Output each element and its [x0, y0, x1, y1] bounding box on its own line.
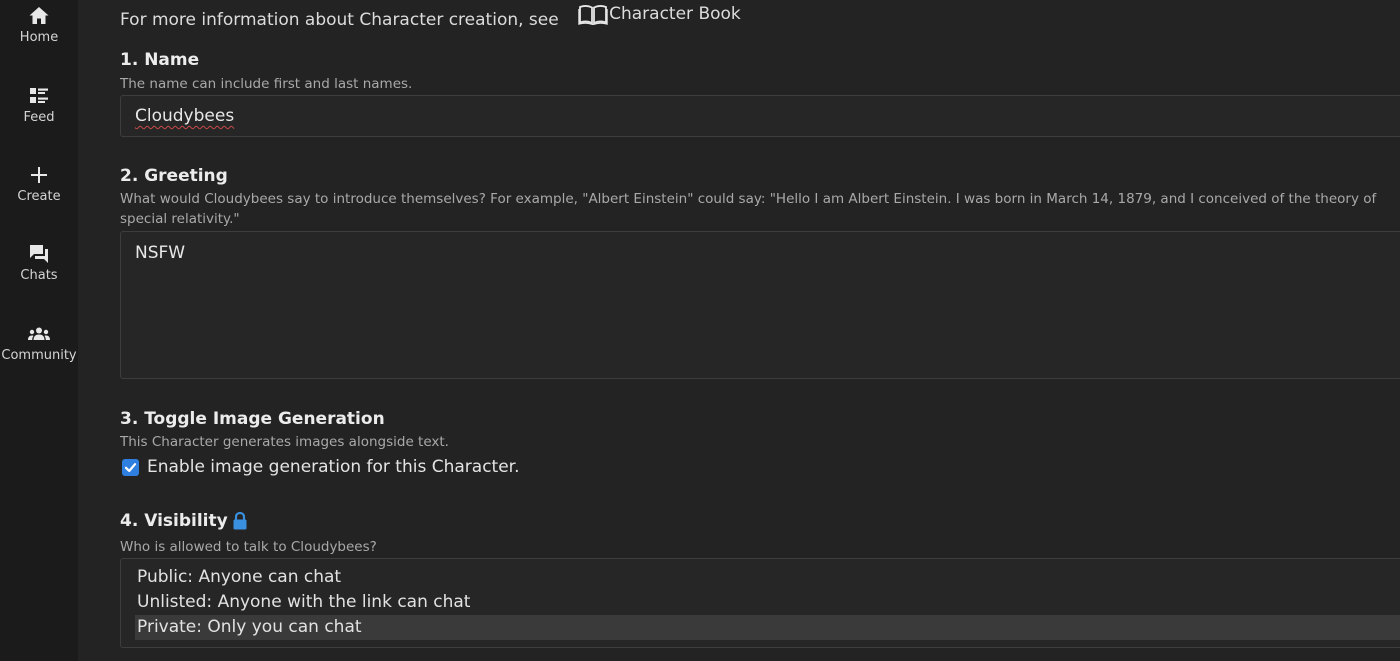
- sidebar: Home Feed Create Chats Community: [0, 0, 78, 661]
- sidebar-item-feed[interactable]: Feed: [0, 84, 78, 140]
- image-generation-checkbox[interactable]: [122, 458, 139, 476]
- intro-sentence: For more information about Character cre…: [120, 10, 559, 30]
- name-section-help: The name can include first and last name…: [120, 76, 413, 92]
- character-book-label: Character Book: [609, 4, 741, 24]
- sidebar-item-label: Chats: [20, 268, 58, 283]
- sidebar-item-label: Feed: [23, 110, 55, 125]
- sidebar-item-create[interactable]: Create: [0, 163, 78, 219]
- app-window: Home Feed Create Chats Community For mor…: [0, 0, 1400, 661]
- name-section-title: 1. Name: [120, 50, 200, 70]
- sidebar-item-label: Community: [1, 348, 77, 363]
- lock-icon: [233, 511, 247, 530]
- greeting-section-help: What would Cloudybees say to introduce t…: [120, 191, 1377, 227]
- visibility-section-help: Who is allowed to talk to Cloudybees?: [120, 539, 377, 555]
- name-input[interactable]: Cloudybees: [120, 95, 1400, 137]
- visibility-title-text: 4. Visibility: [120, 511, 228, 531]
- plus-icon: [31, 167, 47, 183]
- sidebar-item-label: Home: [19, 30, 59, 45]
- community-icon: [28, 327, 50, 340]
- visibility-section-title: 4. Visibility: [120, 511, 248, 531]
- greeting-section-title: 2. Greeting: [120, 166, 228, 186]
- character-book-link[interactable]: Character Book: [578, 3, 741, 25]
- sidebar-item-community[interactable]: Community: [0, 322, 78, 378]
- checkmark-icon: [124, 462, 137, 472]
- sidebar-item-home[interactable]: Home: [0, 4, 78, 60]
- book-icon: [578, 5, 608, 25]
- visibility-select-list[interactable]: Public: Anyone can chat Unlisted: Anyone…: [120, 558, 1400, 648]
- character-create-form: For more information about Character cre…: [120, 0, 1400, 661]
- greeting-textarea-value: NSFW: [135, 243, 186, 263]
- home-icon: [29, 7, 49, 24]
- name-input-value: Cloudybees: [135, 106, 235, 126]
- image-generation-toggle-row[interactable]: Enable image generation for this Charact…: [122, 456, 520, 478]
- chat-icon: [30, 245, 48, 263]
- intro-text: For more information about Character cre…: [120, 3, 741, 30]
- visibility-option-public[interactable]: Public: Anyone can chat: [135, 565, 1400, 590]
- image-generation-section-help: This Character generates images alongsid…: [120, 434, 449, 450]
- visibility-option-unlisted[interactable]: Unlisted: Anyone with the link can chat: [135, 590, 1400, 615]
- feed-icon: [30, 88, 48, 103]
- sidebar-item-chats[interactable]: Chats: [0, 242, 78, 298]
- greeting-textarea[interactable]: NSFW: [120, 231, 1400, 379]
- image-generation-section-title: 3. Toggle Image Generation: [120, 409, 385, 429]
- image-generation-checkbox-label: Enable image generation for this Charact…: [147, 457, 520, 477]
- visibility-option-private[interactable]: Private: Only you can chat: [135, 615, 1400, 640]
- sidebar-item-label: Create: [17, 189, 61, 204]
